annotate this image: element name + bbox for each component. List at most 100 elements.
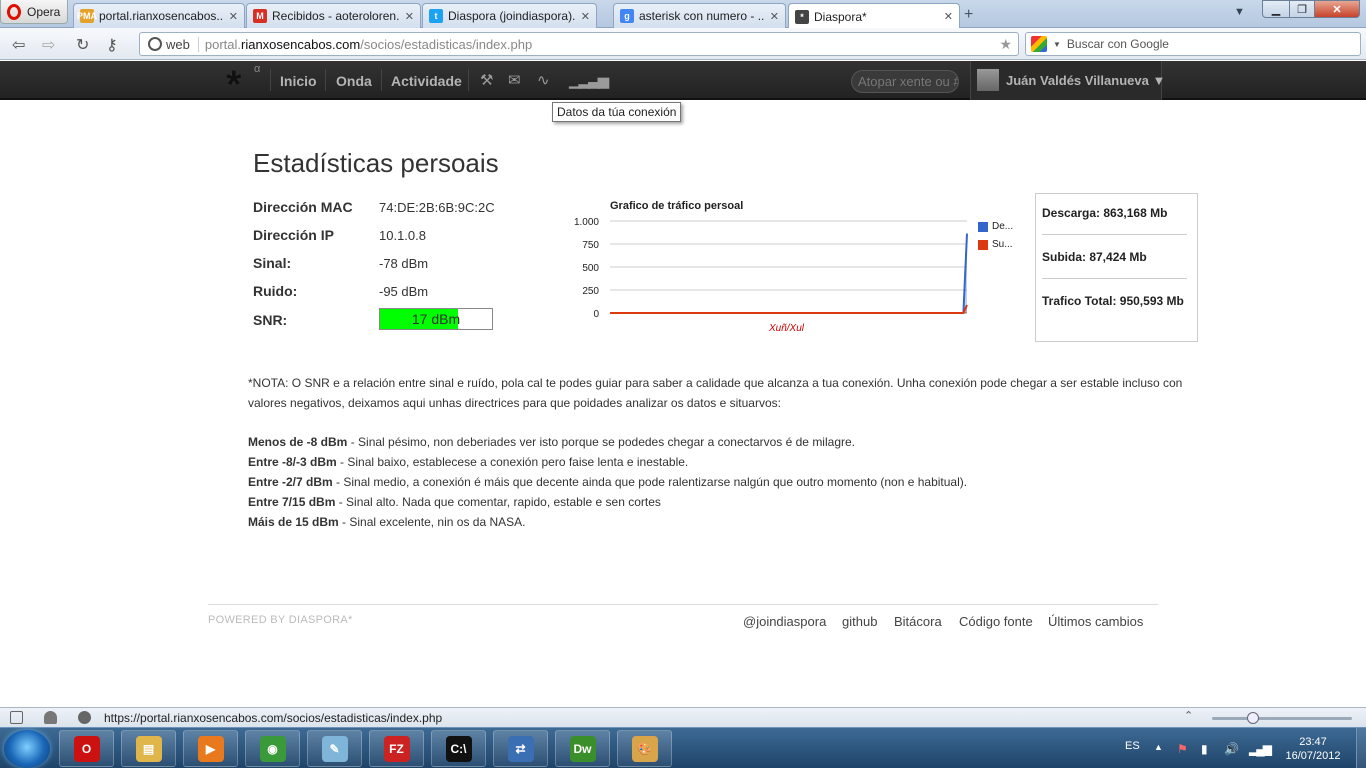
reload-icon[interactable]: ↻	[76, 35, 89, 55]
tab-close-icon[interactable]: ✕	[944, 10, 953, 23]
address-url[interactable]: portal.rianxosencabos.com/socios/estadis…	[205, 37, 532, 52]
people-search-input[interactable]: Atopar xente ou #	[851, 70, 959, 93]
tab-favicon-icon: *	[795, 9, 809, 24]
filezilla-icon: FZ	[383, 735, 410, 762]
traffic-chart: Grafico de tráfico persoal 1.000 750 500 25…	[560, 190, 1025, 340]
browser-tab[interactable]: g asterisk con numero - ... ✕	[613, 3, 786, 28]
status-url: https://portal.rianxosencabos.com/socios…	[104, 711, 443, 725]
avatar[interactable]	[977, 69, 999, 91]
connection-data-tooltip: Datos da túa conexión	[552, 102, 682, 122]
header-divider	[468, 69, 469, 91]
browser-tab[interactable]: M Recibidos - aoteroloren... ✕	[246, 3, 421, 28]
browser-navbar: ⇦ ⇨ ↻ ⚷ web portal.rianxosencabos.com/so…	[0, 28, 1366, 60]
cloud-icon[interactable]	[44, 711, 57, 724]
opera-logo-icon	[7, 3, 21, 20]
tray-expand-icon[interactable]: ▲	[1154, 742, 1163, 752]
browser-tab[interactable]: t Diaspora (joindiaspora)... ✕	[422, 3, 597, 28]
pulse-icon[interactable]: ∿	[537, 71, 550, 89]
tab-close-icon[interactable]: ✕	[581, 10, 590, 23]
chart-title: Grafico de tráfico persoal	[610, 200, 744, 212]
forward-arrow-icon[interactable]: ⇨	[42, 35, 55, 55]
panel-toggle-icon[interactable]	[10, 711, 23, 724]
tab-list-chevron-icon[interactable]: ▼	[1234, 6, 1245, 18]
wrench-icon[interactable]: ⚒	[480, 71, 493, 89]
nav-actividade[interactable]: Actividade	[391, 73, 462, 89]
mail-icon[interactable]: ✉	[508, 71, 521, 89]
traffic-total: Trafico Total: 950,593 Mb	[1042, 294, 1184, 308]
address-bar[interactable]: web portal.rianxosencabos.com/socios/est…	[139, 32, 1019, 56]
stat-value: 10.1.0.8	[379, 228, 426, 243]
taskbar-app-chrome[interactable]: ◉	[245, 730, 300, 767]
taskbar-app-media-player[interactable]: ▶	[183, 730, 238, 767]
footer-link[interactable]: Código fonte	[959, 614, 1033, 629]
taskbar-app-opera[interactable]: O	[59, 730, 114, 767]
nav-inicio[interactable]: Inicio	[280, 73, 317, 89]
snr-range: Entre -2/7 dBm	[248, 475, 333, 489]
taskbar-app-filezilla[interactable]: FZ	[369, 730, 424, 767]
footer-link[interactable]: @joindiaspora	[743, 614, 826, 629]
show-desktop-button[interactable]	[1356, 728, 1366, 768]
network-signal-icon[interactable]: ▂▄▆	[1249, 742, 1272, 756]
snr-range-item: Máis de 15 dBm - Sinal excelente, nin os…	[248, 515, 525, 529]
zoom-slider[interactable]	[1212, 717, 1352, 720]
taskbar-app-cmd[interactable]: C:\	[431, 730, 486, 767]
diaspora-header: * α Inicio Onda Actividade ⚒ ✉ ∿ ▁▂▃▅ At…	[0, 61, 1366, 107]
y-tick-label: 250	[582, 286, 599, 297]
tab-close-icon[interactable]: ✕	[229, 10, 238, 23]
browser-tab[interactable]: PMA portal.rianxosencabos.... ✕	[73, 3, 245, 28]
language-indicator[interactable]: ES	[1125, 740, 1140, 752]
nav-onda[interactable]: Onda	[336, 73, 372, 89]
search-engine-chevron-icon[interactable]: ▼	[1053, 40, 1061, 49]
window-close-button[interactable]: ✕	[1314, 0, 1360, 18]
taskbar-app-notepad[interactable]: ✎	[307, 730, 362, 767]
taskbar-app-paint[interactable]: 🎨	[617, 730, 672, 767]
bookmark-star-icon[interactable]: ★	[999, 36, 1012, 53]
volume-icon[interactable]: 🔊	[1224, 742, 1239, 756]
opera-menu-label: Opera	[27, 4, 61, 19]
signal-bars-icon[interactable]: ▁▂▃▅	[569, 71, 609, 89]
zoom-slider-handle[interactable]	[1247, 712, 1259, 724]
system-clock[interactable]: 23:47 16/07/2012	[1278, 735, 1348, 763]
taskbar-app-dreamweaver[interactable]: Dw	[555, 730, 610, 767]
google-logo-icon	[1031, 36, 1047, 52]
clock-time: 23:47	[1299, 736, 1327, 748]
key-icon[interactable]: ⚷	[106, 35, 118, 55]
tab-favicon-icon: g	[620, 9, 634, 23]
chrome-icon: ◉	[259, 735, 286, 762]
legend-swatch-download	[978, 221, 988, 232]
taskbar-app-network[interactable]: ⇄	[493, 730, 548, 767]
y-tick-label: 500	[582, 263, 599, 274]
diaspora-asterisk-logo[interactable]: *	[226, 63, 242, 108]
taskbar-app-explorer[interactable]: ▤	[121, 730, 176, 767]
footer-link[interactable]: github	[842, 614, 877, 629]
download-total: Descarga: 863,168 Mb	[1042, 206, 1168, 220]
speed-dial-icon[interactable]	[78, 711, 91, 724]
globe-icon	[148, 37, 162, 51]
new-tab-plus-icon[interactable]: +	[964, 6, 973, 24]
power-icon[interactable]: ▮	[1201, 742, 1208, 756]
traffic-totals-panel: Descarga: 863,168 Mb Subida: 87,424 Mb T…	[1035, 193, 1198, 342]
user-name-dropdown[interactable]: Juán Valdés Villanueva ▼	[1006, 73, 1165, 88]
tab-close-icon[interactable]: ✕	[770, 10, 779, 23]
zoom-up-icon[interactable]: ⌃	[1184, 709, 1193, 722]
totals-divider	[1042, 234, 1187, 235]
legend-item-upload: Su...	[978, 239, 1013, 250]
window-maximize-button[interactable]: ❐	[1289, 0, 1315, 18]
web-search-field[interactable]: ▼ Buscar con Google	[1025, 32, 1361, 56]
snr-range-item: Entre -2/7 dBm - Sinal medio, a conexión…	[248, 475, 967, 489]
action-center-icon[interactable]: ⚑	[1177, 742, 1188, 756]
url-path: /socios/estadisticas/index.php	[360, 36, 533, 52]
back-arrow-icon[interactable]: ⇦	[12, 35, 25, 55]
window-minimize-button[interactable]: ▁	[1262, 0, 1290, 18]
people-search-placeholder: Atopar xente ou #	[858, 74, 959, 89]
header-divider	[381, 69, 382, 91]
url-prefix: portal.	[204, 36, 241, 52]
start-button[interactable]	[4, 730, 50, 768]
traffic-chart-plot: 1.000 750 500 250 0 Xuñ/Xul	[574, 217, 968, 334]
footer-link[interactable]: Últimos cambios	[1048, 614, 1143, 629]
stat-label: Ruido:	[253, 283, 298, 299]
tab-close-icon[interactable]: ✕	[405, 10, 414, 23]
opera-menu-button[interactable]: Opera	[0, 0, 68, 24]
footer-link[interactable]: Bitácora	[894, 614, 942, 629]
browser-tab[interactable]: * Diaspora* ✕	[788, 3, 960, 29]
